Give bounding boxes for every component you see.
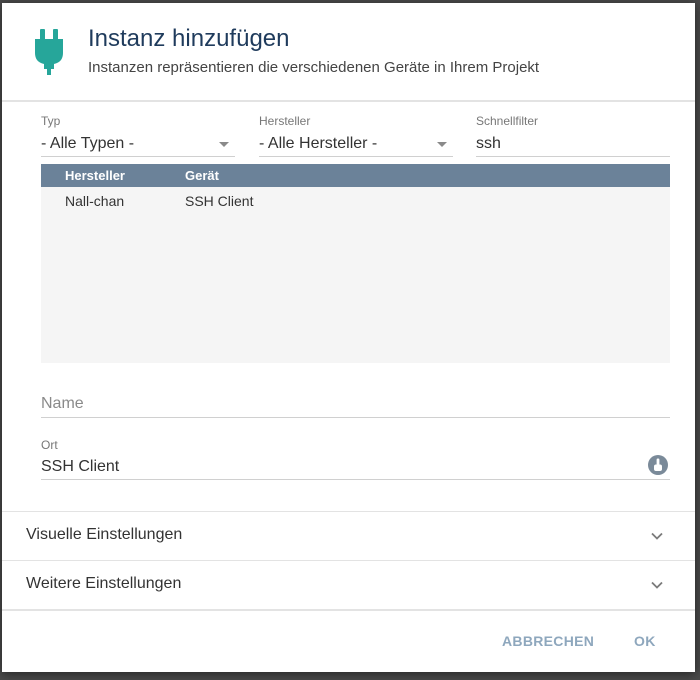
section-further-settings[interactable]: Weitere Einstellungen bbox=[2, 560, 695, 609]
plug-icon bbox=[35, 29, 63, 75]
table-row[interactable]: Nall-chan SSH Client bbox=[41, 187, 670, 213]
column-header-geraet[interactable]: Gerät bbox=[185, 168, 219, 183]
section-visual-settings-label: Visuelle Einstellungen bbox=[26, 526, 183, 543]
schnellfilter-label: Schnellfilter bbox=[476, 114, 539, 128]
hersteller-select-value: - Alle Hersteller - bbox=[259, 135, 378, 152]
name-input[interactable] bbox=[41, 391, 670, 418]
ort-label: Ort bbox=[41, 438, 58, 452]
table-header: Hersteller Gerät bbox=[41, 164, 670, 187]
section-further-settings-label: Weitere Einstellungen bbox=[26, 575, 182, 592]
section-visual-settings[interactable]: Visuelle Einstellungen bbox=[2, 511, 695, 560]
chevron-down-icon bbox=[651, 581, 663, 589]
dialog-header: Instanz hinzufügen Instanzen repräsentie… bbox=[2, 3, 695, 100]
dialog-title: Instanz hinzufügen bbox=[88, 25, 290, 52]
location-icon[interactable] bbox=[647, 454, 669, 476]
cancel-button[interactable]: ABBRECHEN bbox=[502, 625, 594, 657]
cell-geraet: SSH Client bbox=[185, 193, 254, 209]
hersteller-select[interactable]: - Alle Hersteller - bbox=[259, 131, 453, 157]
dialog-subtitle: Instanzen repräsentieren die verschieden… bbox=[88, 59, 540, 76]
hersteller-label: Hersteller bbox=[259, 114, 311, 128]
footer-divider bbox=[2, 609, 695, 611]
column-header-hersteller[interactable]: Hersteller bbox=[65, 168, 125, 183]
device-table: Hersteller Gerät Nall-chan SSH Client bbox=[41, 164, 670, 363]
dropdown-arrow-icon bbox=[437, 142, 447, 147]
dropdown-arrow-icon bbox=[219, 142, 229, 147]
typ-select-value: - Alle Typen - bbox=[41, 135, 135, 152]
header-divider bbox=[2, 100, 695, 102]
chevron-down-icon bbox=[651, 532, 663, 540]
cell-hersteller: Nall-chan bbox=[65, 193, 125, 209]
typ-select[interactable]: - Alle Typen - bbox=[41, 131, 235, 157]
ok-button[interactable]: OK bbox=[634, 625, 656, 657]
ort-input[interactable] bbox=[41, 454, 670, 480]
typ-label: Typ bbox=[41, 114, 61, 128]
add-instance-dialog: Instanz hinzufügen Instanzen repräsentie… bbox=[2, 3, 695, 672]
schnellfilter-input[interactable] bbox=[476, 131, 670, 157]
